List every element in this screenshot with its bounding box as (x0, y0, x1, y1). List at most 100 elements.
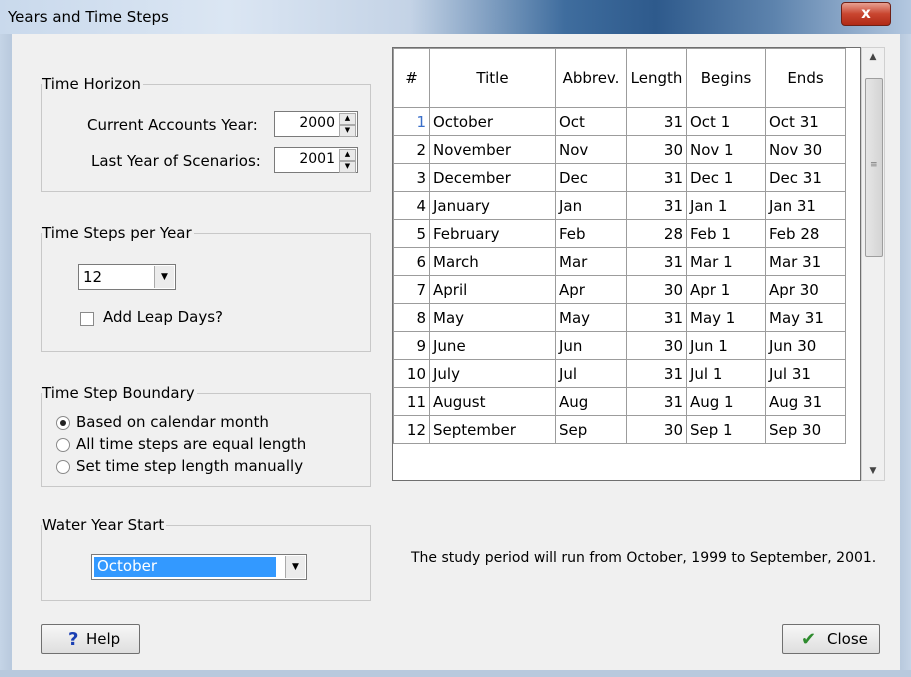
cell-title[interactable]: May (429, 303, 556, 332)
spinner-arrows-icon[interactable]: ▲ ▼ (339, 149, 356, 173)
close-button[interactable]: ✔ Close (782, 624, 880, 654)
cell-number[interactable]: 7 (393, 275, 430, 304)
cell-title[interactable]: April (429, 275, 556, 304)
cell-ends[interactable]: Aug 31 (765, 387, 846, 416)
cell-length[interactable]: 30 (626, 331, 687, 360)
cell-abbrev[interactable]: Jan (555, 191, 627, 220)
column-header-title[interactable]: Title (429, 48, 556, 108)
table-vertical-scrollbar[interactable]: ▲ ≡ ▼ (861, 47, 885, 481)
cell-number[interactable]: 6 (393, 247, 430, 276)
cell-ends[interactable]: May 31 (765, 303, 846, 332)
spinner-arrows-icon[interactable]: ▲ ▼ (339, 113, 356, 137)
cell-length[interactable]: 30 (626, 415, 687, 444)
scroll-up-icon[interactable]: ▲ (862, 52, 884, 62)
cell-title[interactable]: September (429, 415, 556, 444)
cell-length[interactable]: 31 (626, 303, 687, 332)
radio-calendar-month[interactable] (56, 416, 70, 430)
cell-length[interactable]: 31 (626, 247, 687, 276)
scroll-down-icon[interactable]: ▼ (862, 466, 884, 476)
table-row[interactable]: 3 December Dec 31 Dec 1 Dec 31 (393, 163, 846, 192)
cell-ends[interactable]: Mar 31 (765, 247, 846, 276)
cell-title[interactable]: November (429, 135, 556, 164)
table-row[interactable]: 6 March Mar 31 Mar 1 Mar 31 (393, 247, 846, 276)
cell-length[interactable]: 31 (626, 107, 687, 136)
current-accounts-year-spinner[interactable]: 2000 ▲ ▼ (274, 111, 358, 137)
cell-title[interactable]: March (429, 247, 556, 276)
cell-abbrev[interactable]: Dec (555, 163, 627, 192)
cell-length[interactable]: 30 (626, 275, 687, 304)
cell-ends[interactable]: Apr 30 (765, 275, 846, 304)
cell-abbrev[interactable]: May (555, 303, 627, 332)
cell-abbrev[interactable]: Feb (555, 219, 627, 248)
cell-abbrev[interactable]: Jul (555, 359, 627, 388)
add-leap-days-checkbox[interactable] (80, 312, 94, 326)
table-row[interactable]: 1 October Oct 31 Oct 1 Oct 31 (393, 107, 846, 136)
cell-ends[interactable]: Jan 31 (765, 191, 846, 220)
cell-begins[interactable]: Jul 1 (686, 359, 766, 388)
cell-abbrev[interactable]: Oct (555, 107, 627, 136)
water-year-start-dropdown[interactable]: October ▼ (91, 554, 307, 580)
help-button[interactable]: ? Help (41, 624, 140, 654)
cell-length[interactable]: 31 (626, 359, 687, 388)
window-close-button[interactable]: x (841, 2, 891, 26)
cell-begins[interactable]: Apr 1 (686, 275, 766, 304)
cell-ends[interactable]: Dec 31 (765, 163, 846, 192)
chevron-down-icon[interactable]: ▼ (285, 556, 305, 578)
cell-title[interactable]: August (429, 387, 556, 416)
cell-title[interactable]: July (429, 359, 556, 388)
table-row[interactable]: 8 May May 31 May 1 May 31 (393, 303, 846, 332)
column-header-number[interactable]: # (393, 48, 430, 108)
table-row[interactable]: 5 February Feb 28 Feb 1 Feb 28 (393, 219, 846, 248)
cell-number[interactable]: 10 (393, 359, 430, 388)
cell-length[interactable]: 28 (626, 219, 687, 248)
time-steps-table[interactable]: # Title Abbrev. Length Begins Ends 1 Octo… (392, 47, 861, 481)
cell-abbrev[interactable]: Jun (555, 331, 627, 360)
cell-number[interactable]: 3 (393, 163, 430, 192)
table-row[interactable]: 4 January Jan 31 Jan 1 Jan 31 (393, 191, 846, 220)
cell-begins[interactable]: Nov 1 (686, 135, 766, 164)
cell-ends[interactable]: Nov 30 (765, 135, 846, 164)
table-row[interactable]: 11 August Aug 31 Aug 1 Aug 31 (393, 387, 846, 416)
cell-title[interactable]: February (429, 219, 556, 248)
radio-manual-length[interactable] (56, 460, 70, 474)
column-header-abbrev[interactable]: Abbrev. (555, 48, 627, 108)
cell-ends[interactable]: Sep 30 (765, 415, 846, 444)
column-header-length[interactable]: Length (626, 48, 687, 108)
cell-abbrev[interactable]: Sep (555, 415, 627, 444)
column-header-ends[interactable]: Ends (765, 48, 846, 108)
cell-begins[interactable]: Dec 1 (686, 163, 766, 192)
table-row[interactable]: 7 April Apr 30 Apr 1 Apr 30 (393, 275, 846, 304)
cell-length[interactable]: 31 (626, 191, 687, 220)
cell-title[interactable]: June (429, 331, 556, 360)
column-header-begins[interactable]: Begins (686, 48, 766, 108)
cell-number[interactable]: 4 (393, 191, 430, 220)
last-year-of-scenarios-spinner[interactable]: 2001 ▲ ▼ (274, 147, 358, 173)
radio-equal-length[interactable] (56, 438, 70, 452)
cell-abbrev[interactable]: Nov (555, 135, 627, 164)
cell-number[interactable]: 5 (393, 219, 430, 248)
cell-begins[interactable]: Oct 1 (686, 107, 766, 136)
cell-number[interactable]: 12 (393, 415, 430, 444)
cell-begins[interactable]: Sep 1 (686, 415, 766, 444)
cell-abbrev[interactable]: Aug (555, 387, 627, 416)
cell-number[interactable]: 9 (393, 331, 430, 360)
cell-number[interactable]: 1 (393, 107, 430, 136)
cell-ends[interactable]: Jun 30 (765, 331, 846, 360)
cell-length[interactable]: 31 (626, 387, 687, 416)
cell-ends[interactable]: Feb 28 (765, 219, 846, 248)
cell-length[interactable]: 30 (626, 135, 687, 164)
cell-ends[interactable]: Jul 31 (765, 359, 846, 388)
cell-length[interactable]: 31 (626, 163, 687, 192)
cell-number[interactable]: 8 (393, 303, 430, 332)
cell-begins[interactable]: Feb 1 (686, 219, 766, 248)
cell-begins[interactable]: Jan 1 (686, 191, 766, 220)
cell-begins[interactable]: Mar 1 (686, 247, 766, 276)
cell-ends[interactable]: Oct 31 (765, 107, 846, 136)
cell-abbrev[interactable]: Mar (555, 247, 627, 276)
chevron-down-icon[interactable]: ▼ (154, 266, 174, 288)
cell-title[interactable]: January (429, 191, 556, 220)
cell-title[interactable]: October (429, 107, 556, 136)
table-row[interactable]: 9 June Jun 30 Jun 1 Jun 30 (393, 331, 846, 360)
cell-begins[interactable]: May 1 (686, 303, 766, 332)
time-steps-dropdown[interactable]: 12 ▼ (78, 264, 176, 290)
